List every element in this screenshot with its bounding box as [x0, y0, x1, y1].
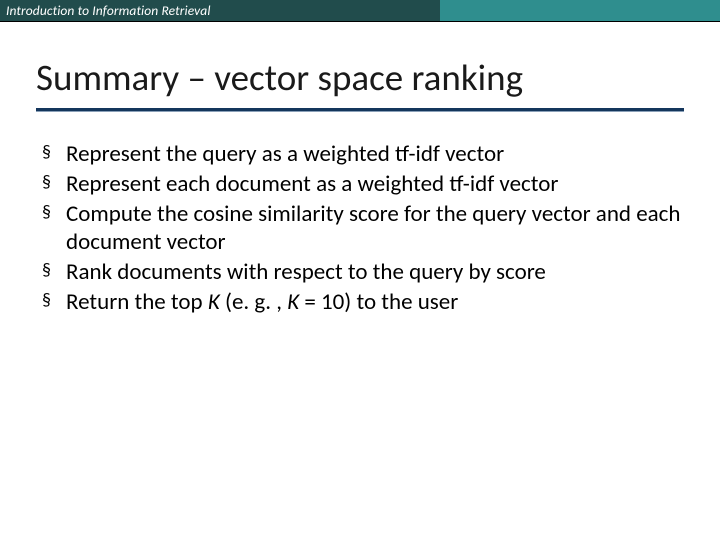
bullet-text: Represent the query as a weighted tf-idf… — [66, 140, 504, 168]
bullet-marker-icon: § — [42, 172, 51, 194]
slide: Introduction to Information Retrieval Su… — [0, 0, 720, 540]
title-underline — [36, 108, 684, 112]
header-course-title: Introduction to Information Retrieval — [6, 2, 211, 19]
bullet-text-part: (e. g. , — [220, 288, 287, 316]
slide-body: § Represent the query as a weighted tf-i… — [36, 140, 684, 318]
header-bar-right — [440, 0, 720, 22]
header-bar: Introduction to Information Retrieval — [0, 0, 720, 22]
slide-title: Summary – vector space ranking — [36, 55, 523, 100]
list-item: § Return the top K (e. g. , K = 10) to t… — [36, 288, 684, 316]
bullet-marker-icon: § — [42, 142, 51, 164]
bullet-text-part: Return the top — [66, 288, 208, 316]
bullet-text-italic: K — [208, 288, 220, 316]
list-item: § Rank documents with respect to the que… — [36, 258, 684, 286]
bullet-list: § Represent the query as a weighted tf-i… — [36, 140, 684, 316]
bullet-text-italic: K — [287, 288, 299, 316]
bullet-text: Represent each document as a weighted tf… — [66, 170, 558, 198]
bullet-text: Compute the cosine similarity score for … — [66, 200, 680, 256]
bullet-marker-icon: § — [42, 202, 51, 224]
list-item: § Represent the query as a weighted tf-i… — [36, 140, 684, 168]
bullet-marker-icon: § — [42, 290, 51, 312]
bullet-text: Return the top K (e. g. , K = 10) to the… — [66, 288, 458, 316]
bullet-text-part: = 10) to the user — [299, 288, 458, 316]
bullet-text: Rank documents with respect to the query… — [66, 258, 546, 286]
list-item: § Compute the cosine similarity score fo… — [36, 200, 684, 256]
list-item: § Represent each document as a weighted … — [36, 170, 684, 198]
bullet-marker-icon: § — [42, 260, 51, 282]
